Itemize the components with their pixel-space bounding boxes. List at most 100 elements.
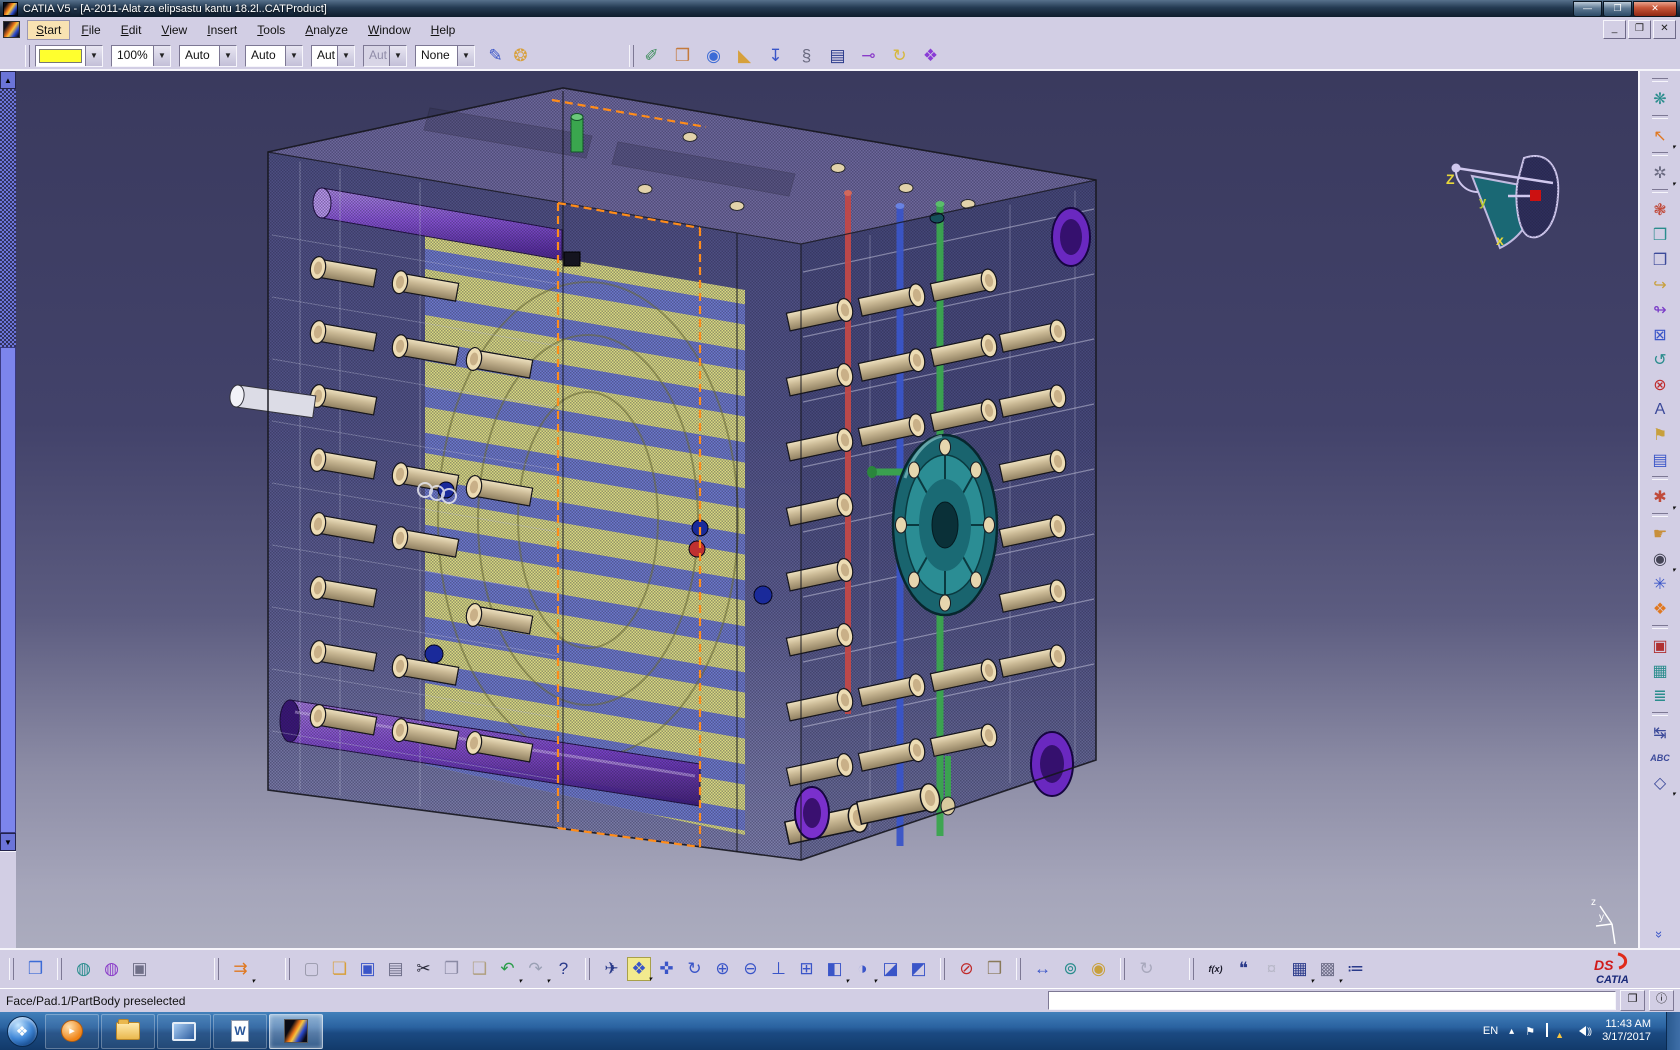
hidden-icons-chevron[interactable]: ▴ — [1509, 1026, 1514, 1037]
measure-inertia-icon[interactable]: ◉ — [1086, 957, 1111, 982]
render-camera-icon[interactable]: ◉ — [701, 43, 726, 68]
iso-view-icon[interactable]: ◧▾ — [822, 957, 847, 982]
scroll-thumb[interactable] — [0, 347, 16, 833]
scroll-track[interactable] — [0, 89, 16, 833]
zoom-in-icon[interactable]: ⊕ — [710, 957, 735, 982]
toolbar-separator[interactable] — [1652, 189, 1668, 193]
catalog-browser-icon[interactable]: ❒ — [982, 957, 1007, 982]
explode-view-icon[interactable]: ✳ — [1647, 571, 1674, 596]
toolbar-separator[interactable] — [1652, 513, 1668, 517]
render-box-icon[interactable]: ▣ — [127, 957, 152, 982]
knowledge-inspector-icon[interactable]: ⊘ — [954, 957, 979, 982]
knowledge-grid-icon[interactable]: ❖ — [918, 43, 943, 68]
text-abc-icon[interactable]: ABC — [1647, 745, 1674, 770]
balloon-annotation-icon[interactable]: ◇▾ — [1647, 770, 1674, 795]
taskbar-computer-button[interactable] — [157, 1014, 211, 1049]
fly-mode-icon[interactable]: ✈ — [599, 957, 624, 982]
normal-view-icon[interactable]: ⊥ — [766, 957, 791, 982]
paste-icon[interactable]: ❑ — [467, 957, 492, 982]
update-refresh-icon[interactable]: ↻ — [1134, 957, 1159, 982]
catalog-box-icon[interactable]: ❒ — [670, 43, 695, 68]
formula-gears-icon[interactable]: ✱▾ — [1647, 484, 1674, 509]
toolbar-drag-handle[interactable] — [9, 958, 14, 980]
menu-analyze[interactable]: Analyze — [296, 20, 357, 40]
menu-view[interactable]: View — [152, 20, 196, 40]
doc-export-icon[interactable]: ↪ — [1647, 272, 1674, 297]
rotate-view-icon[interactable]: ↻ — [682, 957, 707, 982]
update-swirl-icon[interactable]: ↻ — [887, 43, 912, 68]
swirl-gear-icon[interactable]: ◉▾ — [1647, 546, 1674, 571]
paperclip-attach-icon[interactable]: § — [794, 43, 819, 68]
list-hand-icon[interactable]: ≣ — [1647, 683, 1674, 708]
toolbar-drag-handle[interactable] — [629, 45, 634, 67]
menu-start[interactable]: Start — [27, 20, 70, 40]
toolbar-separator[interactable] — [1652, 625, 1668, 629]
design-table-icon[interactable]: ▦▾ — [1287, 957, 1312, 982]
assembly-cubes-icon[interactable]: ▣ — [1647, 633, 1674, 658]
language-indicator[interactable]: EN — [1483, 1025, 1498, 1037]
lock-icon[interactable]: ▩▾ — [1315, 957, 1340, 982]
hide-show-icon[interactable]: ◪ — [878, 957, 903, 982]
select-arrow-icon[interactable]: ↖▾ — [1647, 123, 1674, 148]
toolbar-separator[interactable] — [1652, 115, 1668, 119]
menu-file[interactable]: File — [72, 20, 109, 40]
snap-constraint-icon[interactable]: ⊠ — [1647, 322, 1674, 347]
measure-between-icon[interactable]: ↔ — [1030, 957, 1055, 982]
toolbar-separator[interactable] — [1652, 712, 1668, 716]
min-distance-icon[interactable]: ↹ — [1647, 720, 1674, 745]
taskbar-media-player-button[interactable]: ▸ — [45, 1014, 99, 1049]
redo-icon[interactable]: ↷▾ — [523, 957, 548, 982]
property-combo-5[interactable]: None▼ — [415, 45, 475, 67]
3d-viewport[interactable]: Z y x z y x — [16, 71, 1638, 948]
graphic-properties-painter-icon[interactable]: ✎ — [483, 43, 508, 68]
property-combo-1[interactable]: Auto▼ — [179, 45, 237, 67]
measure-protractor-icon[interactable]: ◣ — [732, 43, 757, 68]
swap-space-icon[interactable]: ◩ — [906, 957, 931, 982]
taskbar-catia-button[interactable] — [269, 1014, 323, 1049]
toolbar-separator[interactable] — [1652, 78, 1668, 82]
action-center-flag-icon[interactable]: ⚑ — [1525, 1025, 1535, 1038]
toolbar-drag-handle[interactable] — [585, 958, 590, 980]
toolbar-drag-handle[interactable] — [1189, 958, 1194, 980]
more-tools-chevron[interactable]: » — [1652, 931, 1667, 938]
doc-gear-navy-icon[interactable]: ❒ — [1647, 247, 1674, 272]
property-combo-2[interactable]: Auto▼ — [245, 45, 303, 67]
flag-note-icon[interactable]: ⚑ — [1647, 422, 1674, 447]
start-button[interactable]: ❖ — [0, 1012, 44, 1050]
doc-window-button[interactable]: ❐ — [1620, 990, 1645, 1011]
mold-assembly[interactable] — [229, 88, 1096, 867]
whats-this-icon[interactable]: ? — [551, 957, 576, 982]
menu-insert[interactable]: Insert — [198, 20, 246, 40]
no-show-icon[interactable]: ⊗ — [1647, 372, 1674, 397]
measure-item-icon[interactable]: ⊚ — [1058, 957, 1083, 982]
doc-import-icon[interactable]: ↬ — [1647, 297, 1674, 322]
relations-icon[interactable]: ≔ — [1343, 957, 1368, 982]
toolbar-drag-handle[interactable] — [214, 958, 219, 980]
mdi-minimize-button[interactable]: _ — [1603, 20, 1626, 39]
render-globe-star-icon[interactable]: ◍ — [71, 957, 96, 982]
doc-gear-teal-icon[interactable]: ❒ — [1647, 222, 1674, 247]
toolbar-drag-handle[interactable] — [1016, 958, 1021, 980]
open-folder-icon[interactable]: ❏ — [327, 957, 352, 982]
documentation-book-icon[interactable]: ❒ — [23, 957, 48, 982]
multi-view-icon[interactable]: ⊞ — [794, 957, 819, 982]
taskbar-clock[interactable]: 11:43 AM 3/17/2017 — [1602, 1018, 1651, 1044]
property-combo-3[interactable]: Aut▼ — [311, 45, 355, 67]
gear-cursor-icon[interactable]: ✲▾ — [1647, 160, 1674, 185]
scroll-down-button[interactable]: ▼ — [0, 833, 16, 851]
spec-tree-scrollbar[interactable]: ▲ ▼ — [0, 71, 16, 948]
lock-mini-icon[interactable]: ¤ — [1259, 957, 1284, 982]
taskbar-explorer-button[interactable] — [101, 1014, 155, 1049]
anchor-constraint-icon[interactable]: ↧ — [763, 43, 788, 68]
frame-tree-icon[interactable]: ▤ — [1647, 447, 1674, 472]
menu-tools[interactable]: Tools — [248, 20, 294, 40]
link-tool-icon[interactable]: ⊸ — [856, 43, 881, 68]
fit-all-in-icon[interactable]: ❖▾ — [627, 957, 651, 981]
print-icon[interactable]: ▤ — [383, 957, 408, 982]
formula-fx-icon[interactable]: f(x) — [1203, 957, 1228, 982]
eraser-tool-icon[interactable]: ✐ — [639, 43, 664, 68]
comment-icon[interactable]: ❝ — [1231, 957, 1256, 982]
grid-arrows-icon[interactable]: ⇉▾ — [228, 957, 253, 982]
text-template-icon[interactable]: A — [1647, 397, 1674, 422]
flame-brush-icon[interactable]: ❖ — [1647, 596, 1674, 621]
